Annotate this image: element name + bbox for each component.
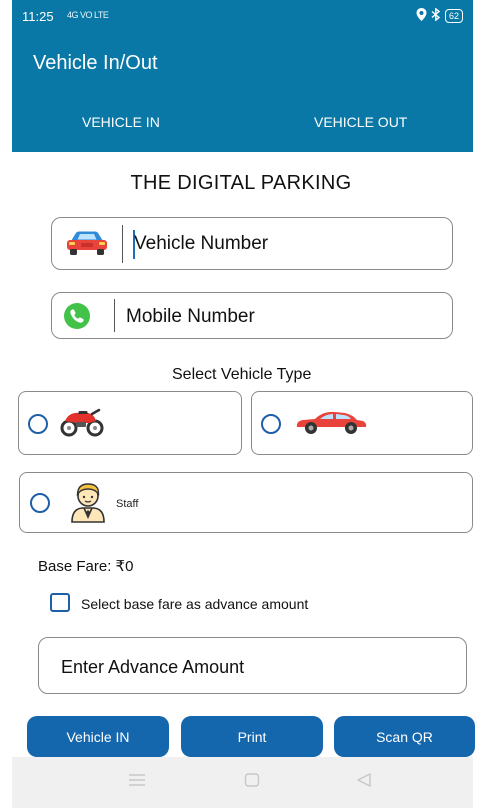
home-icon[interactable] (244, 772, 260, 793)
radio-staff[interactable] (30, 493, 50, 513)
vehicle-type-car[interactable] (251, 391, 473, 455)
tab-bar: VEHICLE IN VEHICLE OUT (12, 88, 473, 152)
car-side-icon (293, 409, 369, 440)
advance-checkbox-label[interactable]: Select base fare as advance amount (81, 596, 308, 612)
app-title: Vehicle In/Out (33, 52, 158, 74)
tab-vehicle-out[interactable]: VEHICLE OUT (314, 114, 407, 130)
radio-car[interactable] (261, 414, 281, 434)
field-separator (122, 225, 123, 263)
vehicle-type-motorcycle[interactable] (18, 391, 242, 455)
motorcycle-icon (59, 407, 105, 442)
radio-motorcycle[interactable] (28, 414, 48, 434)
status-bar: 11:25 4G VO LTE 62 (12, 0, 473, 32)
page-heading: THE DIGITAL PARKING (130, 172, 352, 194)
select-vehicle-type-label: Select Vehicle Type (172, 366, 312, 383)
print-button[interactable]: Print (181, 716, 323, 757)
tab-vehicle-in[interactable]: VEHICLE IN (82, 114, 160, 130)
location-icon (416, 8, 427, 24)
app-bar: Vehicle In/Out (12, 32, 473, 88)
vehicle-number-placeholder: Vehicle Number (134, 233, 269, 254)
system-nav-bar (12, 757, 473, 808)
advance-amount-field[interactable]: Enter Advance Amount (38, 637, 467, 694)
staff-icon (68, 481, 108, 528)
mobile-number-field[interactable]: Mobile Number (51, 292, 453, 339)
vehicle-type-staff[interactable]: Staff (19, 472, 473, 533)
base-fare-text: Base Fare: ₹0 (38, 558, 134, 575)
advance-amount-placeholder: Enter Advance Amount (61, 657, 245, 677)
car-icon (65, 230, 109, 261)
battery-indicator: 62 (444, 9, 463, 23)
mobile-number-placeholder: Mobile Number (126, 306, 255, 327)
bluetooth-icon (431, 7, 441, 24)
signal-indicator: 4G VO LTE (67, 10, 109, 20)
staff-label: Staff (116, 498, 139, 510)
status-time: 11:25 (22, 9, 54, 24)
back-icon[interactable] (356, 772, 372, 793)
advance-checkbox[interactable] (50, 593, 70, 612)
field-separator (114, 299, 115, 332)
phone-icon (64, 303, 90, 334)
scan-qr-button[interactable]: Scan QR (334, 716, 475, 757)
status-right: 62 (416, 7, 463, 24)
menu-icon[interactable] (128, 772, 146, 792)
vehicle-in-button[interactable]: Vehicle IN (27, 716, 169, 757)
vehicle-number-field[interactable]: Vehicle Number (51, 217, 453, 270)
